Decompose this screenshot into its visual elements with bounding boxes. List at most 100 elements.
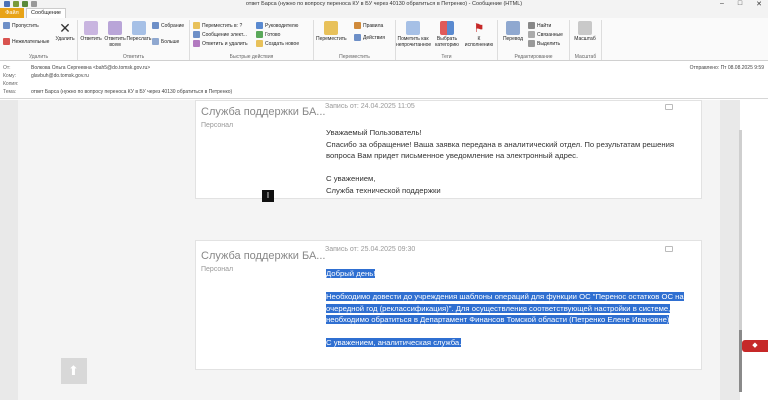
group-reply: Ответить Ответить всем Переслать Собрани… xyxy=(78,20,190,60)
reply-all-button[interactable]: Ответить всем xyxy=(102,21,128,48)
move-folder-icon xyxy=(324,21,338,35)
search-icon xyxy=(528,22,535,29)
message-1-record-date: Запись от: 24.04.2025 11:05 xyxy=(325,103,415,110)
group-edit: Перевод Найти Связанные Выделить Редакти… xyxy=(498,20,570,60)
categorize-button[interactable]: Выбрать категорию xyxy=(432,21,462,48)
group-label-zoom: Масштаб xyxy=(574,54,597,60)
message-2-line: Необходимо довести до учреждения шаблоны… xyxy=(326,292,684,301)
group-zoom: Масштаб Масштаб xyxy=(570,20,602,60)
message-1-line xyxy=(326,162,674,174)
message-2-line: необходимо обратиться в Департамент Фина… xyxy=(326,315,670,324)
group-label-delete: Удалить xyxy=(28,54,49,60)
junk-icon xyxy=(3,38,10,45)
subject-value: ответ Барса (нужно по вопросу переноса К… xyxy=(31,89,233,95)
actions-button[interactable]: Действия xyxy=(354,34,385,41)
actions-icon xyxy=(354,34,361,41)
to-value[interactable]: glavbuh@do.tomsk.gov.ru xyxy=(31,73,89,79)
category-icon xyxy=(440,21,454,35)
mark-unread-button[interactable]: Пометить как непрочитанное xyxy=(396,21,431,48)
group-label-quick: Быстрые действия xyxy=(229,54,274,60)
subject-label: Тема: xyxy=(3,89,17,95)
reply-icon xyxy=(84,21,98,35)
more-button[interactable]: Больше xyxy=(152,38,179,45)
minimize-button[interactable]: – xyxy=(720,0,724,8)
message-1-line: Служба технической поддержки xyxy=(326,185,441,195)
delete-button[interactable]: ✕ Удалить xyxy=(52,21,78,43)
scrollbar-thumb[interactable] xyxy=(739,330,742,392)
message-1-role: Персонал xyxy=(201,122,234,129)
tag-icon[interactable] xyxy=(665,246,673,252)
find-button[interactable]: Найти xyxy=(528,22,551,29)
to-label: Кому: xyxy=(3,73,17,79)
skip-icon xyxy=(3,22,10,29)
message-2-line: очередной год (реклассификация)". Для ос… xyxy=(326,303,671,313)
group-label-edit: Редактирование xyxy=(514,54,553,60)
skip-button[interactable]: Пропустить xyxy=(3,22,39,29)
message-body: Служба поддержки БА... Персонал Запись о… xyxy=(0,100,740,400)
select-button[interactable]: Выделить xyxy=(528,40,560,47)
tab-message[interactable]: Сообщение xyxy=(26,8,66,18)
notification-badge-icon[interactable]: ◆ xyxy=(742,340,768,352)
forward-icon xyxy=(132,21,146,35)
message-2-line: Добрый день! xyxy=(326,269,376,278)
window-title: ответ Барса (нужно по вопросу переноса К… xyxy=(245,1,523,7)
quick-done[interactable]: Готово xyxy=(256,31,280,38)
quick-manager[interactable]: Руководителю xyxy=(256,22,298,29)
group-label-move: Переместить xyxy=(339,54,370,60)
message-1-line: Спасибо за обращение! Ваша заявка переда… xyxy=(326,139,675,149)
group-label-tags: Теги xyxy=(441,54,452,60)
magnifier-icon xyxy=(578,21,592,35)
tag-icon[interactable] xyxy=(665,104,673,110)
ribbon: Пропустить Нежелательные ✕ Удалить Удалит… xyxy=(0,18,768,61)
reply-all-icon xyxy=(108,21,122,35)
delete-icon: ✕ xyxy=(59,20,71,36)
message-2-line: С уважением, аналитическая служба. xyxy=(326,338,462,347)
text-cursor-icon: I xyxy=(262,190,274,202)
cc-label: Копия: xyxy=(3,81,19,87)
select-icon xyxy=(528,40,535,47)
quick-team[interactable]: Сообщение элект... xyxy=(193,31,247,38)
check-icon xyxy=(256,31,263,38)
group-delete: Пропустить Нежелательные ✕ Удалить Удалит… xyxy=(0,20,78,60)
meeting-button[interactable]: Собрание xyxy=(152,22,184,29)
scroll-to-top-button[interactable] xyxy=(61,358,87,384)
more-icon xyxy=(152,38,159,45)
meeting-icon xyxy=(152,22,159,29)
message-1-line: вопроса Вам придет письменное уведомлени… xyxy=(326,151,579,160)
move-button[interactable]: Переместить xyxy=(316,21,347,43)
quick-move-to[interactable]: Переместить в: ? xyxy=(193,22,242,29)
group-tags: Пометить как непрочитанное Выбрать катег… xyxy=(396,20,498,60)
flag-icon: ⚑ xyxy=(473,21,485,35)
message-2-author: Служба поддержки БА... xyxy=(201,250,326,262)
message-1-line: С уважением, xyxy=(326,174,376,183)
quick-reply-delete[interactable]: Ответить и удалить xyxy=(193,40,248,47)
group-quick-actions: Переместить в: ? Сообщение элект... Отве… xyxy=(190,20,314,60)
from-label: От: xyxy=(3,65,11,71)
from-value[interactable]: Волкова Ольга Сергеевна <bah5@do.tomsk.g… xyxy=(31,65,150,71)
rules-button[interactable]: Правила xyxy=(354,22,383,29)
quick-create-new[interactable]: Создать новое xyxy=(256,40,299,47)
message-1-line: Уважаемый Пользователь! xyxy=(326,128,422,137)
junk-button[interactable]: Нежелательные xyxy=(3,38,49,45)
message-1-text: Уважаемый Пользователь! Спасибо за обращ… xyxy=(326,127,674,196)
close-button[interactable]: ✕ xyxy=(756,0,762,8)
reply-delete-icon xyxy=(193,40,200,47)
folder-icon xyxy=(193,22,200,29)
title-bar: ответ Барса (нужно по вопросу переноса К… xyxy=(0,0,768,8)
followup-button[interactable]: ⚑ К исполнению xyxy=(464,21,494,48)
mail-icon xyxy=(193,31,200,38)
zoom-button[interactable]: Масштаб xyxy=(572,21,598,43)
manager-icon xyxy=(256,22,263,29)
tab-file[interactable]: Файл xyxy=(0,8,24,18)
forward-button[interactable]: Переслать xyxy=(126,21,152,43)
reply-button[interactable]: Ответить xyxy=(78,21,104,43)
related-button[interactable]: Связанные xyxy=(528,31,563,38)
message-1-author: Служба поддержки БА... xyxy=(201,106,326,118)
lightning-icon xyxy=(256,40,263,47)
ticket-thread: Служба поддержки БА... Персонал Запись о… xyxy=(18,100,720,400)
sent-date: Отправлено: Пт 08.08.2025 9:59 xyxy=(689,65,764,71)
related-icon xyxy=(528,31,535,38)
message-2-record-date: Запись от: 25.04.2025 09:30 xyxy=(325,246,416,253)
translate-button[interactable]: Перевод xyxy=(500,21,526,43)
maximize-button[interactable]: □ xyxy=(738,0,742,8)
